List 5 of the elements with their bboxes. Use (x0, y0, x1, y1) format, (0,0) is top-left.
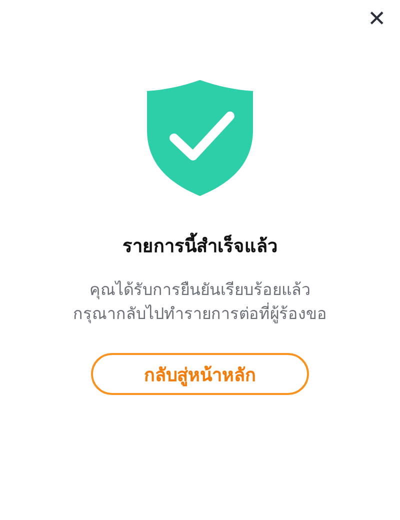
shield-check-icon (147, 80, 253, 196)
close-button[interactable]: ✕ (368, 6, 386, 34)
message-text: คุณได้รับการยืนยันเรียบร้อยแล้ว (90, 279, 310, 302)
success-title: รายการนี้สำเร็จแล้ว (122, 234, 278, 260)
message-text: กรุณากลับไปทำรายการต่อที่ผู้ร้องขอ (73, 302, 327, 326)
